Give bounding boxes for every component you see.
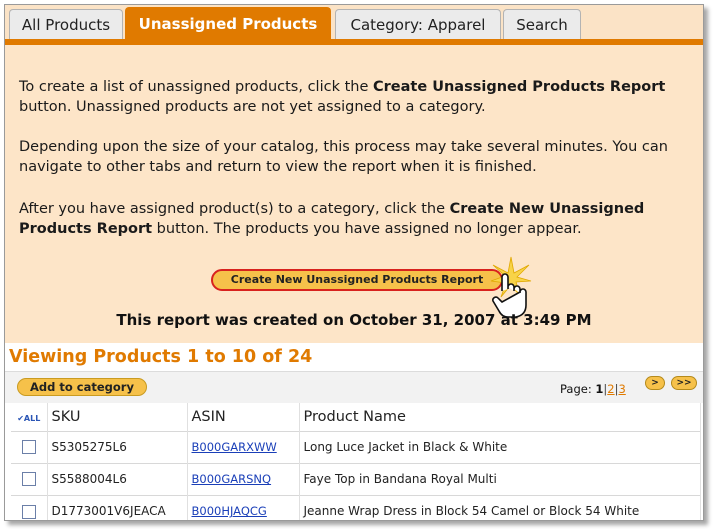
list-toolbar: Add to category Page: 1|2|3 > >>	[5, 371, 703, 403]
tab-all-products[interactable]: All Products	[9, 9, 123, 39]
instructions-paragraph-3: After you have assigned product(s) to a …	[19, 201, 645, 237]
cell-product-name: Long Luce Jacket in Black & White	[299, 430, 701, 463]
asin-link[interactable]: B000GARXWW	[192, 440, 277, 454]
info-panel: To create a list of unassigned products,…	[5, 45, 703, 343]
report-created-timestamp: This report was created on October 31, 2…	[116, 311, 592, 329]
create-report-button[interactable]: Create New Unassigned Products Report	[211, 269, 503, 291]
tab-bar: All Products Unassigned Products Categor…	[5, 5, 703, 39]
products-table: ✔ALL SKU ASIN Product Name S5305275L6 B0…	[11, 403, 701, 520]
column-header-product-name: Product Name	[299, 403, 701, 431]
tab-category-apparel[interactable]: Category: Apparel	[335, 9, 501, 39]
select-all-checkbox[interactable]: ✔ALL	[11, 403, 48, 431]
row-checkbox[interactable]	[21, 504, 36, 519]
tab-unassigned-products[interactable]: Unassigned Products	[125, 7, 331, 39]
cell-product-name: Jeanne Wrap Dress in Block 54 Camel or B…	[299, 494, 701, 520]
table-row: S5588004L6 B000GARSNQ Faye Top in Bandan…	[11, 462, 701, 495]
product-manager-window: All Products Unassigned Products Categor…	[4, 4, 704, 521]
viewing-count: Viewing Products 1 to 10 of 24	[9, 347, 313, 367]
pager-label: Page:	[560, 382, 592, 396]
page-link-3[interactable]: 3	[618, 382, 625, 396]
instructions-paragraph-1: To create a list of unassigned products,…	[19, 79, 666, 115]
table-row: D1773001V6JEACA B000HJAQCG Jeanne Wrap D…	[11, 494, 701, 520]
cell-sku: S5588004L6	[47, 462, 188, 495]
asin-link[interactable]: B000GARSNQ	[192, 472, 272, 486]
cell-sku: D1773001V6JEACA	[47, 494, 188, 520]
column-header-sku: SKU	[47, 403, 188, 431]
cell-sku: S5305275L6	[47, 430, 188, 463]
last-page-button[interactable]: >>	[671, 376, 697, 390]
instructions-paragraph-2: Depending upon the size of your catalog,…	[19, 139, 668, 175]
next-page-button[interactable]: >	[645, 376, 665, 390]
page-link-2[interactable]: 2	[607, 382, 614, 396]
row-checkbox[interactable]	[21, 472, 36, 487]
add-to-category-button[interactable]: Add to category	[17, 378, 147, 396]
asin-link[interactable]: B000HJAQCG	[192, 504, 267, 518]
column-header-asin: ASIN	[187, 403, 300, 431]
tab-search[interactable]: Search	[503, 9, 581, 39]
table-header-row: ✔ALL SKU ASIN Product Name	[11, 403, 701, 431]
pagination: Page: 1|2|3	[560, 382, 626, 396]
table-row: S5305275L6 B000GARXWW Long Luce Jacket i…	[11, 430, 701, 463]
cell-product-name: Faye Top in Bandana Royal Multi	[299, 462, 701, 495]
check-all-icon: ✔	[17, 413, 24, 423]
row-checkbox[interactable]	[21, 440, 36, 455]
